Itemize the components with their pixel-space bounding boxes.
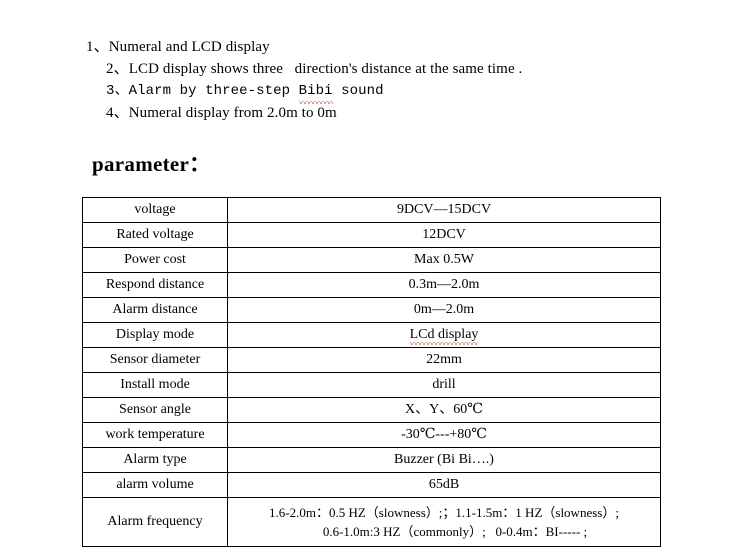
table-row: Alarm type Buzzer (Bi Bi….) bbox=[82, 447, 661, 473]
spellcheck-misspelled-word: LCd display bbox=[409, 327, 479, 345]
table-cell-label: Rated voltage bbox=[82, 222, 228, 248]
feature-list-item-1-number: 1、 bbox=[86, 39, 109, 55]
table-cell-label: Alarm frequency bbox=[82, 497, 228, 547]
table-cell-value: 1.6-2.0m：0.5 HZ（slowness）;；1.1-1.5m：1 HZ… bbox=[227, 497, 661, 547]
table-cell-value: 0.3m—2.0m bbox=[227, 272, 661, 298]
table-cell-value: Max 0.5W bbox=[227, 247, 661, 273]
table-row: Respond distance 0.3m—2.0m bbox=[82, 272, 661, 298]
feature-list-item-3-text-prefix: Alarm by three-step bbox=[128, 83, 299, 99]
table-cell-label: work temperature bbox=[82, 422, 228, 448]
table-cell-label: Display mode bbox=[82, 322, 228, 348]
feature-list-item-4: 4、Numeral display from 2.0m to 0m bbox=[86, 102, 686, 124]
feature-list-item-2: 2、LCD display shows three direction's di… bbox=[86, 58, 686, 80]
table-row: Sensor angle X、Y、60℃ bbox=[82, 397, 661, 423]
table-row: Sensor diameter 22mm bbox=[82, 347, 661, 373]
table-cell-label: Power cost bbox=[82, 247, 228, 273]
table-cell-label: Sensor diameter bbox=[82, 347, 228, 373]
table-cell-label: Alarm distance bbox=[82, 297, 228, 323]
feature-list-item-2-text: LCD display shows three direction's dist… bbox=[128, 61, 523, 77]
table-row: alarm volume 65dB bbox=[82, 472, 661, 498]
table-cell-value: 0m—2.0m bbox=[227, 297, 661, 323]
table-cell-label: voltage bbox=[82, 197, 228, 223]
table-cell-value: drill bbox=[227, 372, 661, 398]
table-cell-value: 9DCV—15DCV bbox=[227, 197, 661, 223]
feature-list-item-3: 3、Alarm by three-step Bibi sound bbox=[86, 80, 686, 104]
table-row: Alarm frequency 1.6-2.0m：0.5 HZ（slowness… bbox=[82, 497, 661, 547]
spellcheck-misspelled-word: Bibi bbox=[298, 80, 333, 104]
table-row: Display mode LCd display bbox=[82, 322, 661, 348]
table-cell-value: X、Y、60℃ bbox=[227, 397, 661, 423]
feature-list-item-4-text: Numeral display from 2.0m to 0m bbox=[128, 105, 337, 121]
alarm-frequency-line-1: 1.6-2.0m：0.5 HZ（slowness）;；1.1-1.5m：1 HZ… bbox=[269, 505, 619, 520]
feature-list-item-1-text: Numeral and LCD display bbox=[108, 39, 270, 55]
table-cell-label: Respond distance bbox=[82, 272, 228, 298]
parameter-table-body: voltage 9DCV—15DCV Rated voltage 12DCV P… bbox=[82, 197, 661, 547]
table-cell-label: Alarm type bbox=[82, 447, 228, 473]
table-row: work temperature -30℃---+80℃ bbox=[82, 422, 661, 448]
table-cell-label: Sensor angle bbox=[82, 397, 228, 423]
table-row: voltage 9DCV—15DCV bbox=[82, 197, 661, 223]
table-cell-label: Install mode bbox=[82, 372, 228, 398]
table-cell-value: Buzzer (Bi Bi….) bbox=[227, 447, 661, 473]
table-cell-value: 65dB bbox=[227, 472, 661, 498]
table-row: Install mode drill bbox=[82, 372, 661, 398]
table-cell-value: 12DCV bbox=[227, 222, 661, 248]
section-heading-parameter: parameter： bbox=[92, 152, 211, 176]
table-cell-value: -30℃---+80℃ bbox=[227, 422, 661, 448]
table-cell-value: 22mm bbox=[227, 347, 661, 373]
feature-list: 1、Numeral and LCD display 2、LCD display … bbox=[86, 36, 686, 124]
feature-list-item-3-text-suffix: sound bbox=[332, 83, 384, 99]
table-row: Alarm distance 0m—2.0m bbox=[82, 297, 661, 323]
table-row: Power cost Max 0.5W bbox=[82, 247, 661, 273]
feature-list-item-3-number: 3、 bbox=[106, 83, 129, 99]
feature-list-item-2-number: 2、 bbox=[106, 61, 129, 77]
parameter-table: voltage 9DCV—15DCV Rated voltage 12DCV P… bbox=[82, 197, 661, 547]
feature-list-item-4-number: 4、 bbox=[106, 105, 129, 121]
feature-list-item-1: 1、Numeral and LCD display bbox=[86, 36, 686, 58]
table-row: Rated voltage 12DCV bbox=[82, 222, 661, 248]
alarm-frequency-line-2: 0.6-1.0m:3 HZ（commonly）; 0-0.4m：BI----- … bbox=[322, 524, 588, 539]
table-cell-label: alarm volume bbox=[82, 472, 228, 498]
table-cell-value: LCd display bbox=[227, 322, 661, 348]
